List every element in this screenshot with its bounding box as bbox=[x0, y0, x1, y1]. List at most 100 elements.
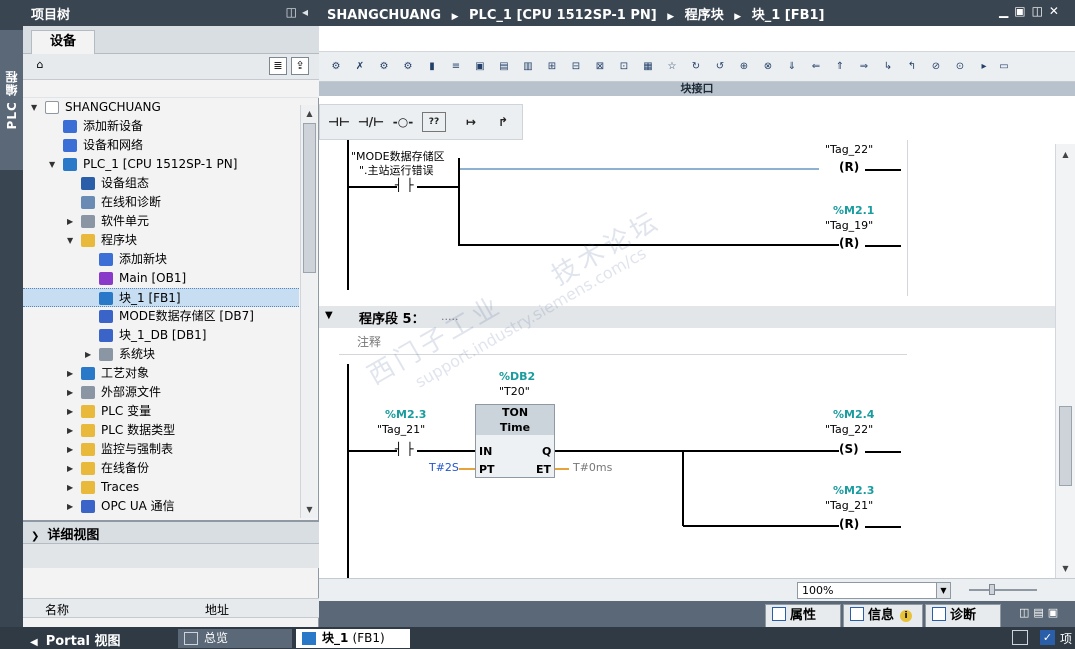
twisty-collapsed-icon[interactable]: ▶ bbox=[67, 421, 77, 440]
more-icon[interactable]: ▸ bbox=[975, 58, 993, 76]
ladder-scrollbar[interactable]: ▲ ▼ bbox=[1055, 144, 1075, 580]
twisty-collapsed-icon[interactable]: ▶ bbox=[67, 212, 77, 231]
add-icon[interactable]: ⊕ bbox=[735, 58, 753, 76]
details-view-header[interactable]: ❯ 详细视图 bbox=[23, 522, 319, 544]
window-controls[interactable]: ▁▣◫✕ bbox=[999, 4, 1065, 18]
tree-item[interactable]: ▼ PLC_1 [CPU 1512SP-1 PN] bbox=[23, 155, 299, 174]
settings-icon[interactable]: ⚙ bbox=[399, 58, 417, 76]
tree-item[interactable]: ▶ 监控与强制表 bbox=[23, 440, 299, 459]
tree-item[interactable]: ▶ 在线备份 bbox=[23, 459, 299, 478]
expand-icon[interactable]: ⊞ bbox=[543, 58, 561, 76]
tree-item[interactable]: 添加新设备 bbox=[23, 117, 299, 136]
tree-item[interactable]: 在线和诊断 bbox=[23, 193, 299, 212]
absolute-icon[interactable]: ⊠ bbox=[591, 58, 609, 76]
tree-home-icon[interactable]: ⌂ bbox=[31, 57, 49, 75]
breadcrumb-project[interactable]: SHANGCHUANG bbox=[327, 8, 441, 23]
tree-item[interactable]: ▶ 软件单元 bbox=[23, 212, 299, 231]
monitor-icon[interactable]: ↻ bbox=[687, 58, 705, 76]
twisty-collapsed-icon[interactable]: ▶ bbox=[67, 383, 77, 402]
tree-item[interactable]: ▶ Traces bbox=[23, 478, 299, 497]
n5-pt-value[interactable]: T#2S bbox=[429, 461, 459, 474]
block-interface-bar[interactable]: 块接口 bbox=[319, 82, 1075, 96]
tree-item[interactable]: 设备和网络 bbox=[23, 136, 299, 155]
collapse-icon[interactable]: ⊟ bbox=[567, 58, 585, 76]
project-status-icon[interactable] bbox=[1012, 630, 1028, 645]
n5-contact[interactable]: ┤ ├ bbox=[395, 442, 414, 456]
twisty-collapsed-icon[interactable]: ▶ bbox=[67, 497, 77, 516]
n5-coil-set[interactable]: (S) bbox=[839, 442, 859, 456]
tree-item[interactable]: ▶ PLC 变量 bbox=[23, 402, 299, 421]
delete-network-icon[interactable]: ▤ bbox=[495, 58, 513, 76]
twisty-collapsed-icon[interactable]: ▶ bbox=[85, 345, 95, 364]
tree-item[interactable]: Main [OB1] bbox=[23, 269, 299, 288]
ton-timer-box[interactable]: TON Time IN Q PT ET bbox=[475, 404, 555, 478]
empty-box-icon[interactable]: ?? bbox=[422, 112, 446, 132]
compile-icon[interactable]: ⚙ bbox=[327, 58, 345, 76]
list-view-icon[interactable]: ≣ bbox=[269, 57, 287, 75]
tree-item[interactable]: ▼ 程序块 bbox=[23, 231, 299, 250]
checkmark-icon[interactable]: ✓ bbox=[1040, 630, 1055, 645]
tree-item[interactable]: 设备组态 bbox=[23, 174, 299, 193]
tree-item[interactable]: MODE数据存储区 [DB7] bbox=[23, 307, 299, 326]
tree-item[interactable]: 块_1_DB [DB1] bbox=[23, 326, 299, 345]
tree-item[interactable]: 添加新块 bbox=[23, 250, 299, 269]
go-right-icon[interactable]: ⇒ bbox=[855, 58, 873, 76]
inspector-controls[interactable]: ◫▤▣ bbox=[1019, 606, 1062, 619]
nc-contact-icon[interactable]: ⊣⊢ bbox=[324, 111, 354, 133]
chevron-down-icon[interactable]: ▼ bbox=[936, 583, 950, 598]
scroll-down-icon[interactable]: ▼ bbox=[1059, 562, 1072, 575]
breadcrumb-plc[interactable]: PLC_1 [CPU 1512SP-1 PN] bbox=[469, 8, 657, 23]
column-name[interactable]: 名称 bbox=[45, 601, 69, 618]
zoom-slider-handle[interactable] bbox=[989, 584, 995, 595]
twisty-collapsed-icon[interactable]: ▶ bbox=[67, 459, 77, 478]
twisty-collapsed-icon[interactable]: ▶ bbox=[67, 364, 77, 383]
no-contact-icon[interactable]: ⊣/⊢ bbox=[356, 111, 386, 133]
overview-tab[interactable]: 总览 bbox=[178, 629, 292, 648]
settings-icon[interactable]: ⚙ bbox=[375, 58, 393, 76]
scroll-up-icon[interactable]: ▲ bbox=[303, 107, 316, 120]
list-icon[interactable]: ≡ bbox=[447, 58, 465, 76]
scroll-down-icon[interactable]: ▼ bbox=[303, 503, 316, 516]
tree-scrollbar[interactable]: ▲ ▼ bbox=[300, 105, 317, 518]
tree-item[interactable]: ▶ OPC UA 通信 bbox=[23, 497, 299, 516]
plc-programming-tab[interactable]: PLC 编程 bbox=[0, 30, 23, 170]
close-branch-icon[interactable]: ↱ bbox=[488, 111, 518, 133]
comment-icon[interactable]: ▦ bbox=[639, 58, 657, 76]
twisty-expanded-icon[interactable]: ▼ bbox=[67, 231, 77, 250]
twisty-collapsed-icon[interactable]: ▶ bbox=[67, 402, 77, 421]
n5-coil-reset[interactable]: (R) bbox=[839, 517, 859, 531]
column-address[interactable]: 地址 bbox=[205, 601, 229, 618]
tab-diagnostics[interactable]: 诊断 bbox=[925, 604, 1001, 627]
breadcrumb-block[interactable]: 块_1 [FB1] bbox=[752, 8, 825, 23]
twisty-collapsed-icon[interactable]: ▶ bbox=[67, 478, 77, 497]
panel-controls[interactable]: ◫◂ bbox=[286, 5, 313, 19]
go-up-icon[interactable]: ⇑ bbox=[831, 58, 849, 76]
download-icon[interactable]: ⇓ bbox=[783, 58, 801, 76]
network-5-comment[interactable]: 注释 bbox=[357, 333, 381, 350]
portal-view-button[interactable]: ◀ Portal 视图 bbox=[30, 630, 121, 649]
branch-close-icon[interactable]: ↰ bbox=[903, 58, 921, 76]
block-icon[interactable]: ▮ bbox=[423, 58, 441, 76]
symbol-icon[interactable]: ⊡ bbox=[615, 58, 633, 76]
tree-scroll-thumb[interactable] bbox=[303, 123, 316, 273]
twisty-collapsed-icon[interactable]: ▶ bbox=[67, 440, 77, 459]
go-left-icon[interactable]: ⇐ bbox=[807, 58, 825, 76]
favorite-icon[interactable]: ☆ bbox=[663, 58, 681, 76]
tree-item[interactable]: ▶ PLC 数据类型 bbox=[23, 421, 299, 440]
panel-icon[interactable]: ▭ bbox=[995, 58, 1013, 76]
open-branch-icon[interactable]: ↦ bbox=[456, 111, 486, 133]
twisty-expanded-icon[interactable]: ▼ bbox=[31, 98, 41, 117]
zoom-slider-track[interactable] bbox=[969, 589, 1037, 591]
ladder-scroll-thumb[interactable] bbox=[1059, 406, 1072, 486]
tree-item[interactable]: ▶ 外部源文件 bbox=[23, 383, 299, 402]
zoom-select[interactable]: 100% ▼ bbox=[797, 582, 951, 599]
n4-coil1[interactable]: (R) bbox=[839, 160, 859, 174]
insert-network-icon[interactable]: ▣ bbox=[471, 58, 489, 76]
branch-icon[interactable]: ↳ bbox=[879, 58, 897, 76]
export-icon[interactable]: ⇪ bbox=[291, 57, 309, 75]
collapse-icon[interactable]: ▼ bbox=[325, 310, 333, 321]
breadcrumb-program-blocks[interactable]: 程序块 bbox=[685, 8, 724, 23]
remove-icon[interactable]: ⊗ bbox=[759, 58, 777, 76]
n5-et-value[interactable]: T#0ms bbox=[573, 461, 612, 474]
delete-icon[interactable]: ✗ bbox=[351, 58, 369, 76]
